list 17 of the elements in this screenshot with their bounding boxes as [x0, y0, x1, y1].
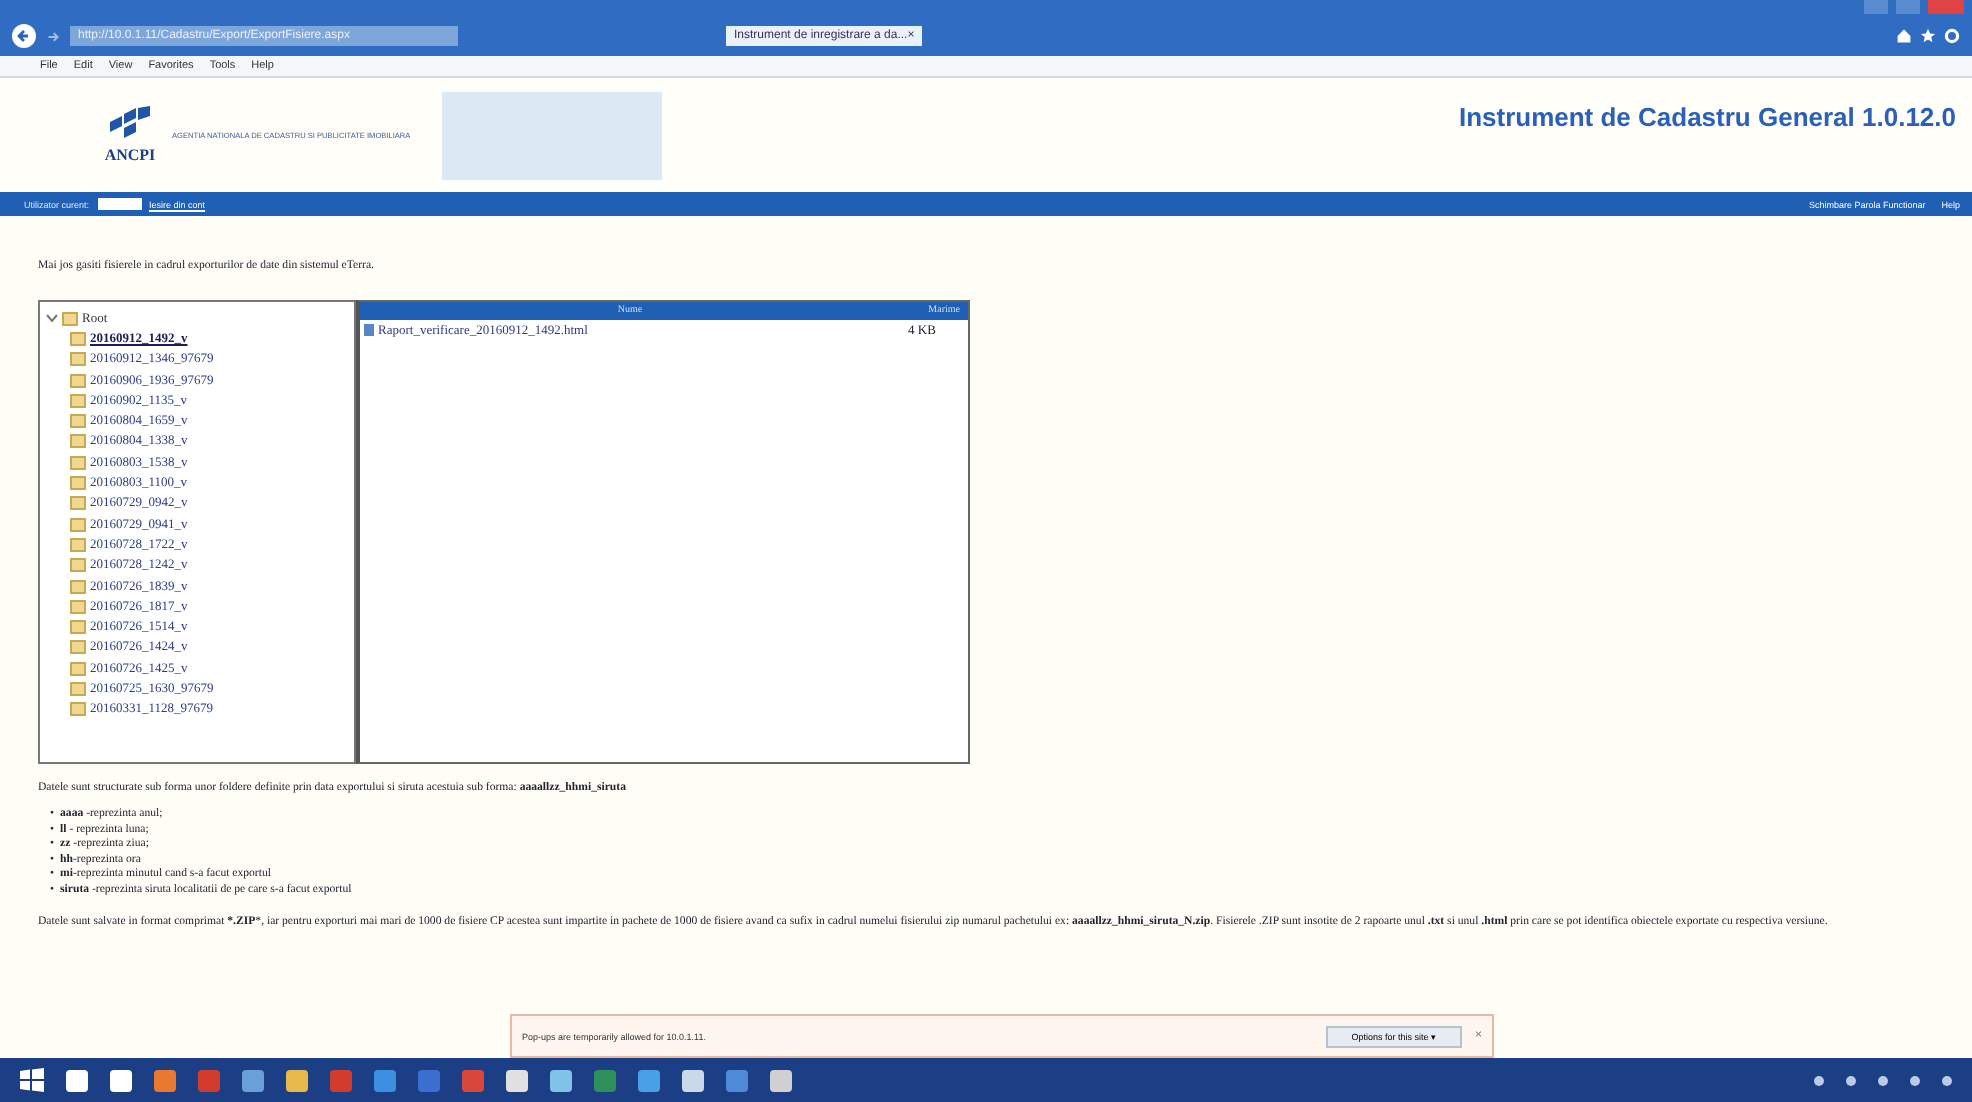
home-icon[interactable]	[1896, 28, 1912, 44]
app-title: Instrument de Cadastru General 1.0.12.0	[1458, 102, 1956, 132]
forward-icon[interactable]	[44, 27, 62, 45]
star-icon[interactable]	[1920, 28, 1936, 44]
app-icon[interactable]	[638, 1069, 660, 1091]
username-field	[97, 198, 142, 210]
app-icon[interactable]	[550, 1069, 572, 1091]
settings-icon[interactable]	[1944, 28, 1960, 44]
back-icon[interactable]	[12, 24, 36, 48]
logo-text: ANCPI	[104, 146, 156, 164]
app-icon[interactable]	[242, 1069, 264, 1091]
windows-start-icon[interactable]	[20, 1068, 44, 1092]
app-icon[interactable]	[682, 1069, 704, 1091]
app-icon[interactable]	[506, 1069, 528, 1091]
app-icon[interactable]	[770, 1069, 792, 1091]
file-icon	[364, 324, 374, 336]
expand-toggle-icon[interactable]	[46, 312, 58, 325]
